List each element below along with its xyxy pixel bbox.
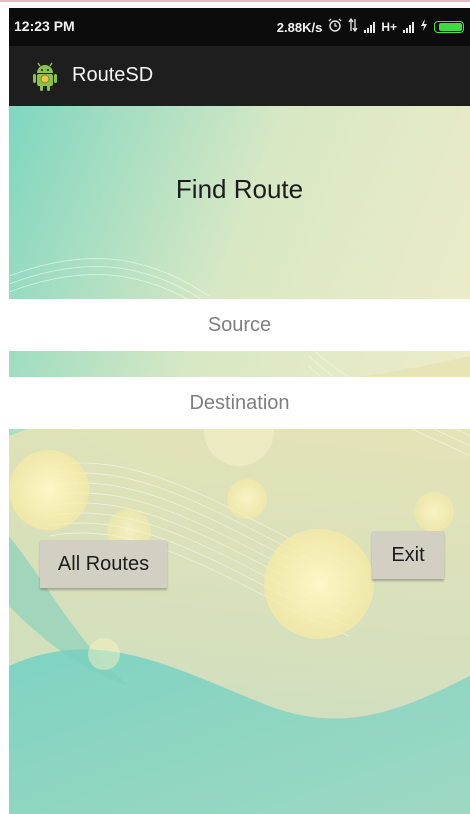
- exit-button[interactable]: Exit: [372, 531, 444, 579]
- app-title: RouteSD: [72, 64, 154, 86]
- android-app-icon: [33, 62, 57, 91]
- battery-icon: [434, 21, 464, 33]
- alarm-icon: [328, 18, 342, 36]
- status-bar: 12:23 PM 2.88K/s H+: [9, 8, 470, 46]
- status-time: 12:23 PM: [14, 18, 75, 34]
- destination-input[interactable]: [9, 377, 470, 429]
- source-input[interactable]: [9, 299, 470, 351]
- status-indicators: 2.88K/s H+: [277, 17, 464, 37]
- all-routes-button[interactable]: All Routes: [40, 540, 167, 588]
- page-title: Find Route: [175, 174, 304, 204]
- charging-icon: [420, 19, 428, 35]
- action-bar: RouteSD: [9, 46, 470, 106]
- network-speed: 2.88K/s: [276, 19, 323, 35]
- data-transfer-icon: [348, 17, 358, 36]
- wallpaper-background: [9, 106, 470, 814]
- main-content: Find Route All Routes Exit: [9, 106, 470, 814]
- top-border-line: [0, 0, 470, 2]
- network-type: H+: [381, 20, 397, 34]
- signal-icon-2: [403, 21, 414, 33]
- phone-screen: 12:23 PM 2.88K/s H+ RouteSD Find Route S…: [9, 8, 470, 814]
- signal-icon: [364, 21, 376, 33]
